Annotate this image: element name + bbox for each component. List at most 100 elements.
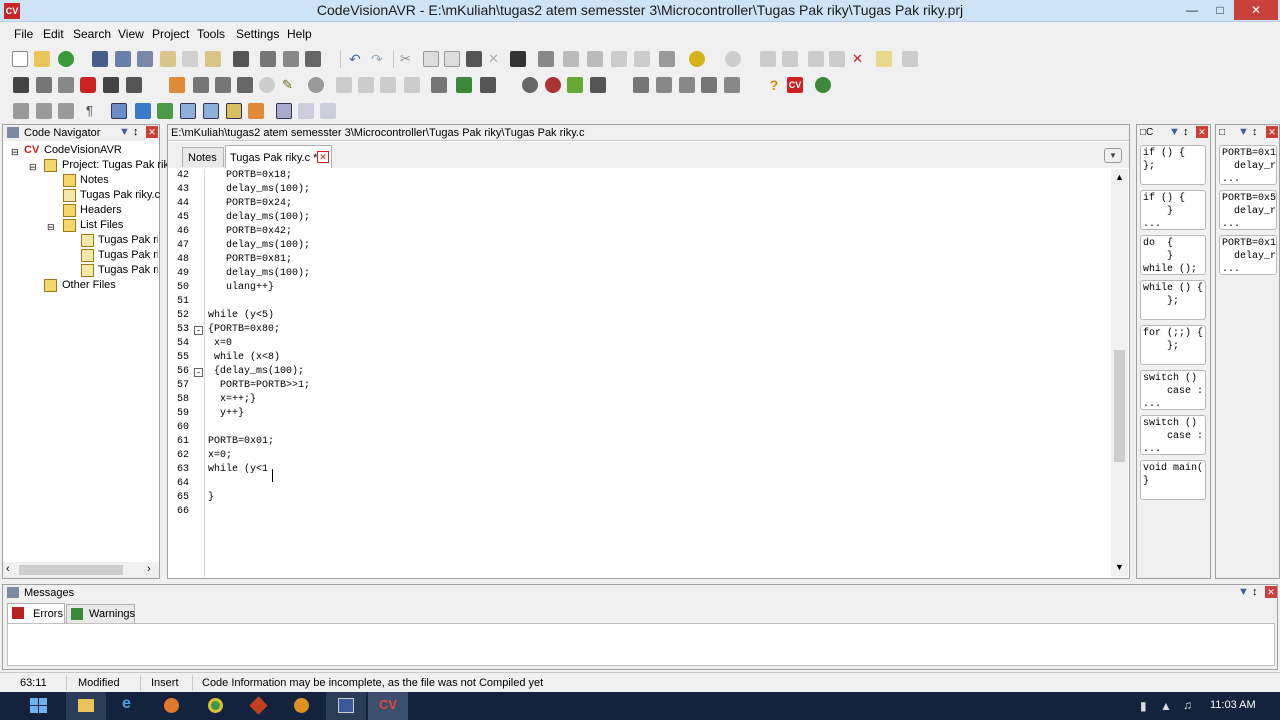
undo-icon[interactable]: ↶ (349, 51, 365, 67)
minimize-button[interactable]: — (1178, 0, 1206, 20)
firefox-icon[interactable] (152, 692, 192, 720)
menu-edit[interactable]: Edit (43, 27, 64, 41)
expand-toggle-icon[interactable]: ⊟ (11, 147, 19, 158)
tree-list-file-1[interactable]: Tugas Pak rik (98, 234, 158, 246)
pilcrow-icon[interactable]: ¶ (86, 103, 102, 119)
function-list-icon[interactable] (157, 103, 173, 119)
settings-icon[interactable] (701, 77, 717, 93)
clipboard-icon[interactable] (510, 51, 526, 67)
clock[interactable]: 11:03 AM (1210, 699, 1256, 711)
lcd-icon[interactable] (656, 77, 672, 93)
build-all-icon[interactable] (58, 77, 74, 93)
fold-icon[interactable] (13, 103, 29, 119)
isis-icon[interactable] (326, 692, 366, 720)
navigator-hscrollbar[interactable]: ‹ › (3, 562, 159, 578)
output-icon[interactable] (248, 103, 264, 119)
jump-prev-icon[interactable] (808, 51, 824, 67)
match-brace-icon[interactable] (902, 51, 918, 67)
tab-notes[interactable]: Notes (182, 147, 224, 167)
chip-program-icon[interactable] (590, 77, 606, 93)
snippet-item[interactable]: PORTB=0x5 delay_r ... (1219, 190, 1277, 230)
pin-icon[interactable]: ↕ (1252, 126, 1258, 138)
ie-browser-icon[interactable]: e (110, 692, 150, 720)
expand-icon[interactable] (36, 103, 52, 119)
menu-help[interactable]: Help (287, 27, 312, 41)
menu-file[interactable]: File (14, 27, 33, 41)
app-icon[interactable] (239, 692, 279, 720)
menu-tools[interactable]: Tools (197, 27, 225, 41)
debug-step-icon[interactable] (215, 77, 231, 93)
messages-toggle-icon[interactable] (226, 103, 242, 119)
copy-icon[interactable] (423, 51, 439, 67)
project-folder-icon[interactable] (205, 51, 221, 67)
info-icon[interactable] (308, 77, 324, 93)
save-icon[interactable] (92, 51, 108, 67)
bookmark-prev-icon[interactable] (760, 51, 776, 67)
tools-icon[interactable] (480, 77, 496, 93)
comment-icon[interactable] (611, 51, 627, 67)
close-button[interactable]: ✕ (1234, 0, 1278, 20)
volume-icon[interactable]: ♫ (1183, 698, 1192, 712)
chip-icon[interactable] (103, 77, 119, 93)
tree-list-file-2[interactable]: Tugas Pak rik (98, 249, 158, 261)
notes-icon[interactable] (876, 51, 892, 67)
menu-project[interactable]: Project (152, 27, 189, 41)
special-chars-icon[interactable] (659, 51, 675, 67)
align-justify-icon[interactable] (404, 77, 420, 93)
code-info-icon[interactable] (135, 103, 151, 119)
clipboard-history-icon[interactable] (203, 103, 219, 119)
snippet-item[interactable]: switch () case : ... (1140, 415, 1206, 455)
layout-icon[interactable] (276, 103, 292, 119)
dropdown-icon[interactable]: ▼ (119, 126, 130, 138)
scroll-left-icon[interactable]: ‹ (6, 563, 10, 575)
print-icon[interactable] (305, 51, 321, 67)
pen-icon[interactable]: ✎ (282, 77, 298, 93)
bookmark-toggle-icon[interactable] (689, 51, 705, 67)
avast-icon[interactable] (282, 692, 322, 720)
bookmark-next-icon[interactable] (782, 51, 798, 67)
snippet-item[interactable]: PORTB=0x1 delay_r ... (1219, 145, 1277, 185)
new-file-icon[interactable] (12, 51, 28, 67)
close-icon[interactable]: ✕ (1265, 586, 1277, 598)
codevision-taskbar-icon[interactable]: CV (368, 692, 408, 720)
pin-icon[interactable]: ↕ (133, 126, 139, 138)
expand-toggle-icon[interactable]: ⊟ (29, 162, 37, 173)
scroll-thumb[interactable] (19, 565, 123, 575)
chrome-icon[interactable] (196, 692, 236, 720)
tree-notes[interactable]: Notes (80, 174, 109, 186)
align-left-icon[interactable] (336, 77, 352, 93)
collapse-icon[interactable] (58, 103, 74, 119)
snippet-item[interactable]: for (;;) { }; (1140, 325, 1206, 365)
scroll-up-icon[interactable]: ▲ (1115, 172, 1124, 182)
configure-icon[interactable] (169, 77, 185, 93)
battery-icon[interactable]: ▮ (1140, 699, 1147, 713)
network-icon[interactable] (679, 77, 695, 93)
tree-root[interactable]: CodeVisionAVR (44, 144, 122, 156)
snippet-item[interactable]: while () { }; (1140, 280, 1206, 320)
menu-view[interactable]: View (118, 27, 144, 41)
tab-errors[interactable]: Errors (7, 603, 65, 623)
print-preview-icon[interactable] (233, 51, 249, 67)
calculator-icon[interactable] (633, 77, 649, 93)
reload-icon[interactable] (58, 51, 74, 67)
uncomment-icon[interactable] (634, 51, 650, 67)
fold-toggle-icon[interactable]: - (194, 368, 203, 377)
snippet-item[interactable]: if () { }; (1140, 145, 1206, 185)
indent-icon[interactable] (563, 51, 579, 67)
close-tab-icon[interactable]: ✕ (317, 151, 329, 163)
options-icon[interactable] (724, 77, 740, 93)
tree-project[interactable]: Project: Tugas Pak rik (62, 159, 169, 171)
paste-special-icon[interactable] (466, 51, 482, 67)
debug-icon[interactable] (193, 77, 209, 93)
navigator-toggle-icon[interactable] (111, 103, 127, 119)
compile-icon[interactable] (13, 77, 29, 93)
menu-search[interactable]: Search (73, 27, 111, 41)
paste-icon[interactable] (444, 51, 460, 67)
snippet-item[interactable]: void main( } (1140, 460, 1206, 500)
help-icon[interactable]: ? (766, 77, 782, 93)
debug-run-icon[interactable] (237, 77, 253, 93)
print-selection-icon[interactable] (538, 51, 554, 67)
code-area[interactable]: 42 PORTB=0x18; 43 delay_ms(100); 44 PORTB=… (169, 169, 1113, 577)
scroll-down-icon[interactable]: ▼ (1115, 562, 1124, 572)
tab-warnings[interactable]: Warnings (66, 604, 135, 623)
